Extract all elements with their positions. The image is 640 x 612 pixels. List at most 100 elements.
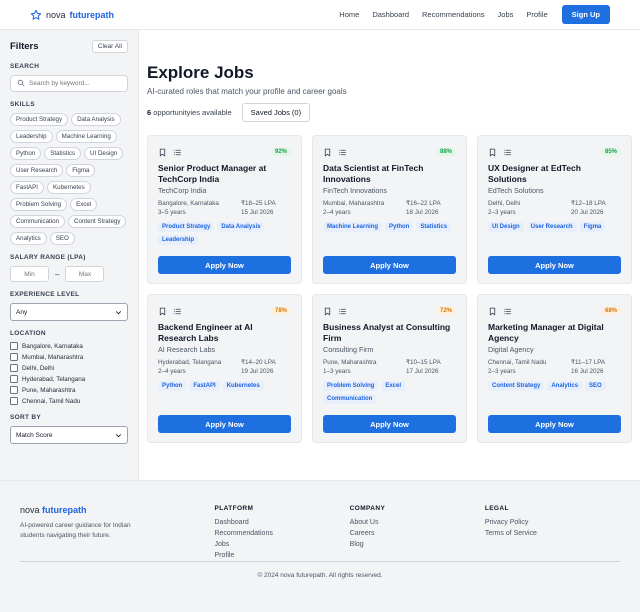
- skill-chip[interactable]: Product Strategy: [10, 113, 69, 126]
- job-tag: Kubernetes: [222, 381, 264, 391]
- bookmark-icon[interactable]: [158, 148, 167, 157]
- job-tag: Problem Solving: [323, 381, 379, 391]
- brand-logo[interactable]: nova futurepath: [30, 9, 114, 21]
- location-option[interactable]: Pune, Maharashtra: [10, 386, 128, 394]
- bookmark-icon[interactable]: [323, 307, 332, 316]
- job-title[interactable]: Marketing Manager at Digital Agency: [488, 322, 621, 343]
- footer-link-recommendations[interactable]: Recommendations: [214, 530, 349, 537]
- location-option[interactable]: Hyderabad, Telangana: [10, 375, 128, 383]
- list-icon[interactable]: [503, 148, 512, 157]
- job-card[interactable]: 88% Data Scientist at FinTech Innovations…: [312, 135, 467, 284]
- bookmark-icon[interactable]: [488, 307, 497, 316]
- search-box[interactable]: [10, 75, 128, 92]
- footer-link-privacy[interactable]: Privacy Policy: [485, 519, 620, 526]
- skill-chip[interactable]: UI Design: [84, 147, 124, 160]
- list-icon[interactable]: [338, 148, 347, 157]
- apply-now-button[interactable]: Apply Now: [158, 256, 291, 274]
- job-title[interactable]: Data Scientist at FinTech Innovations: [323, 163, 456, 184]
- count-row: 6 opportunityies available Saved Jobs (0…: [147, 103, 632, 122]
- skill-chip[interactable]: Content Strategy: [68, 215, 127, 228]
- skill-chip[interactable]: Data Analysis: [71, 113, 121, 126]
- skill-chip[interactable]: Analytics: [10, 232, 47, 245]
- apply-now-button[interactable]: Apply Now: [158, 415, 291, 433]
- job-meta: Delhi, Delhi ₹12–18 LPA 2–3 years 20 Jul 20…: [488, 200, 621, 216]
- footer-link-blog[interactable]: Blog: [350, 541, 485, 548]
- location-option[interactable]: Mumbai, Maharashtra: [10, 353, 128, 361]
- footer-logo[interactable]: nova futurepath: [20, 505, 214, 515]
- saved-jobs-button[interactable]: Saved Jobs (0): [241, 103, 311, 122]
- location-option[interactable]: Bangalore, Karnataka: [10, 342, 128, 350]
- footer-link-dashboard[interactable]: Dashboard: [214, 519, 349, 526]
- job-title[interactable]: Business Analyst at Consulting Firm: [323, 322, 456, 343]
- skill-chip[interactable]: Statistics: [44, 147, 82, 160]
- job-card[interactable]: 78% Backend Engineer at AI Research Labs A…: [147, 294, 302, 443]
- nav-home[interactable]: Home: [339, 10, 359, 19]
- skill-chip[interactable]: Excel: [70, 198, 98, 211]
- salary-max-input[interactable]: [65, 266, 105, 282]
- list-icon[interactable]: [173, 307, 182, 316]
- nav-profile[interactable]: Profile: [526, 10, 547, 19]
- footer-columns: nova futurepath AI-powered career guidan…: [20, 505, 620, 563]
- location-checkbox[interactable]: [10, 375, 18, 383]
- job-tag: Product Strategy: [158, 222, 215, 232]
- skill-chip[interactable]: Communication: [10, 215, 65, 228]
- job-card[interactable]: 92% Senior Product Manager at TechCorp In…: [147, 135, 302, 284]
- bookmark-icon[interactable]: [323, 148, 332, 157]
- job-card[interactable]: 72% Business Analyst at Consulting Firm Co…: [312, 294, 467, 443]
- list-icon[interactable]: [173, 148, 182, 157]
- job-card[interactable]: 85% UX Designer at EdTech Solutions EdTech…: [477, 135, 632, 284]
- footer-company: COMPANY About Us Careers Blog: [350, 505, 485, 563]
- job-meta: Chennai, Tamil Nadu ₹11–17 LPA 2–3 years 16…: [488, 359, 621, 375]
- location-checkbox[interactable]: [10, 353, 18, 361]
- job-title[interactable]: Senior Product Manager at TechCorp India: [158, 163, 291, 184]
- skill-chip[interactable]: Leadership: [10, 130, 53, 143]
- search-input[interactable]: [29, 80, 121, 87]
- apply-now-button[interactable]: Apply Now: [488, 256, 621, 274]
- skill-chip[interactable]: Kubernetes: [47, 181, 91, 194]
- footer-link-jobs[interactable]: Jobs: [214, 541, 349, 548]
- footer-link-about[interactable]: About Us: [350, 519, 485, 526]
- location-checkbox[interactable]: [10, 342, 18, 350]
- experience-select[interactable]: Any: [10, 303, 128, 321]
- nav-jobs[interactable]: Jobs: [498, 10, 514, 19]
- apply-now-button[interactable]: Apply Now: [323, 256, 456, 274]
- salary-dash: –: [55, 269, 60, 279]
- brand-futurepath: futurepath: [69, 9, 115, 20]
- list-icon[interactable]: [338, 307, 347, 316]
- skill-chip[interactable]: Python: [10, 147, 42, 160]
- location-checkbox[interactable]: [10, 397, 18, 405]
- main-layout: Filters Clear All SEARCH SKILLS Product …: [0, 30, 640, 480]
- location-option[interactable]: Delhi, Delhi: [10, 364, 128, 372]
- job-location: Bangalore, Karnataka: [158, 200, 219, 207]
- skill-chip[interactable]: Machine Learning: [55, 130, 117, 143]
- clear-all-button[interactable]: Clear All: [91, 40, 128, 53]
- chevron-down-icon: [115, 432, 122, 439]
- job-title[interactable]: UX Designer at EdTech Solutions: [488, 163, 621, 184]
- location-text: Delhi, Delhi: [22, 364, 55, 372]
- nav-recommendations[interactable]: Recommendations: [422, 10, 485, 19]
- nav-dashboard[interactable]: Dashboard: [372, 10, 409, 19]
- apply-now-button[interactable]: Apply Now: [488, 415, 621, 433]
- footer-link-careers[interactable]: Careers: [350, 530, 485, 537]
- bookmark-icon[interactable]: [488, 148, 497, 157]
- skill-chip[interactable]: Figma: [66, 164, 96, 177]
- footer-link-terms[interactable]: Terms of Service: [485, 530, 620, 537]
- skill-chip[interactable]: SEO: [49, 232, 75, 245]
- skill-chip[interactable]: User Research: [10, 164, 64, 177]
- location-option[interactable]: Chennai, Tamil Nadu: [10, 397, 128, 405]
- sign-up-button[interactable]: Sign Up: [561, 5, 610, 24]
- bookmark-icon[interactable]: [158, 307, 167, 316]
- skill-chip[interactable]: FastAPI: [10, 181, 45, 194]
- skill-chip[interactable]: Problem Solving: [10, 198, 68, 211]
- job-card[interactable]: 68% Marketing Manager at Digital Agency Di…: [477, 294, 632, 443]
- list-icon[interactable]: [503, 307, 512, 316]
- sort-select[interactable]: Match Score: [10, 426, 128, 444]
- footer-legal: LEGAL Privacy Policy Terms of Service: [485, 505, 620, 563]
- apply-now-button[interactable]: Apply Now: [323, 415, 456, 433]
- salary-min-input[interactable]: [10, 266, 49, 282]
- footer-link-profile[interactable]: Profile: [214, 552, 349, 559]
- location-checkbox[interactable]: [10, 386, 18, 394]
- job-title[interactable]: Backend Engineer at AI Research Labs: [158, 322, 291, 343]
- job-tags: Content Strategy Analytics SEO: [488, 381, 621, 391]
- location-checkbox[interactable]: [10, 364, 18, 372]
